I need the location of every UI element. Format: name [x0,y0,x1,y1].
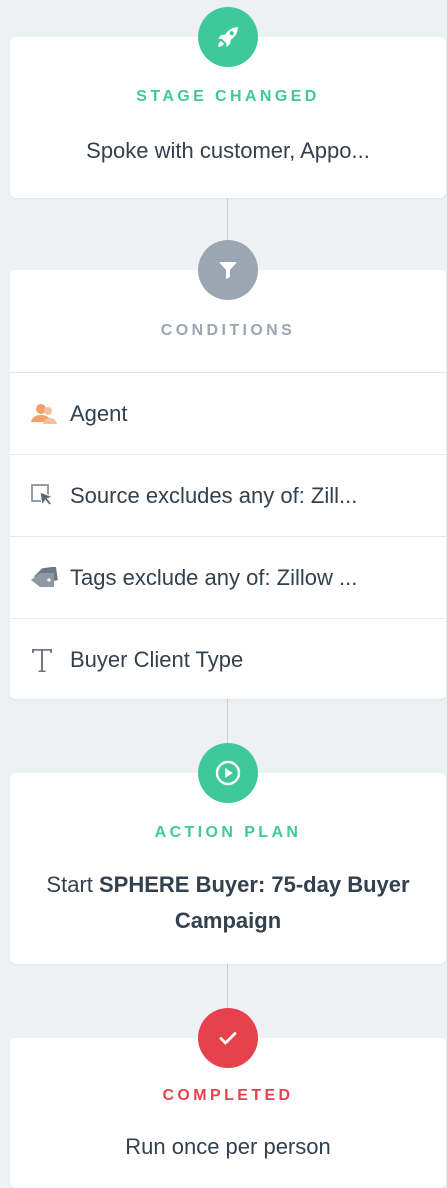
cursor-icon [30,483,70,509]
action-plan-badge [198,743,258,803]
conditions-label: CONDITIONS [160,322,296,339]
completed-label: COMPLETED [162,1087,294,1104]
condition-text: Source excludes any of: Zill... [70,482,358,508]
condition-text: Buyer Client Type [70,646,244,672]
tag-icon [30,566,70,589]
condition-row-custom-field[interactable]: Buyer Client Type [10,618,446,700]
text-icon [30,646,70,674]
play-icon [215,760,241,786]
action-plan-text: Start SPHERE Buyer: 75-day Buyer Campaig… [10,867,446,939]
action-plan-label: ACTION PLAN [154,824,302,841]
filter-icon [219,262,237,279]
rocket-icon [218,27,238,48]
condition-text: Agent [70,400,128,426]
trigger-subtext: Spoke with customer, Appo... [86,138,370,163]
trigger-badge [198,7,258,67]
action-plan-name[interactable]: SPHERE Buyer: 75-day Buyer Campaign [99,872,410,933]
conditions-card[interactable]: CONDITIONS Agent Source excludes any of:… [10,270,446,699]
condition-text: Tags exclude any of: Zillow ... [70,564,358,590]
action-plan-prefix: Start [46,872,99,897]
check-icon [219,1032,237,1045]
condition-row-agent[interactable]: Agent [10,372,446,454]
conditions-badge [198,240,258,300]
condition-row-source[interactable]: Source excludes any of: Zill... [10,454,446,536]
agent-icon [30,402,70,426]
trigger-label: STAGE CHANGED [136,88,320,105]
completed-subtext: Run once per person [125,1134,331,1159]
condition-row-tags[interactable]: Tags exclude any of: Zillow ... [10,536,446,618]
completed-badge [198,1008,258,1068]
